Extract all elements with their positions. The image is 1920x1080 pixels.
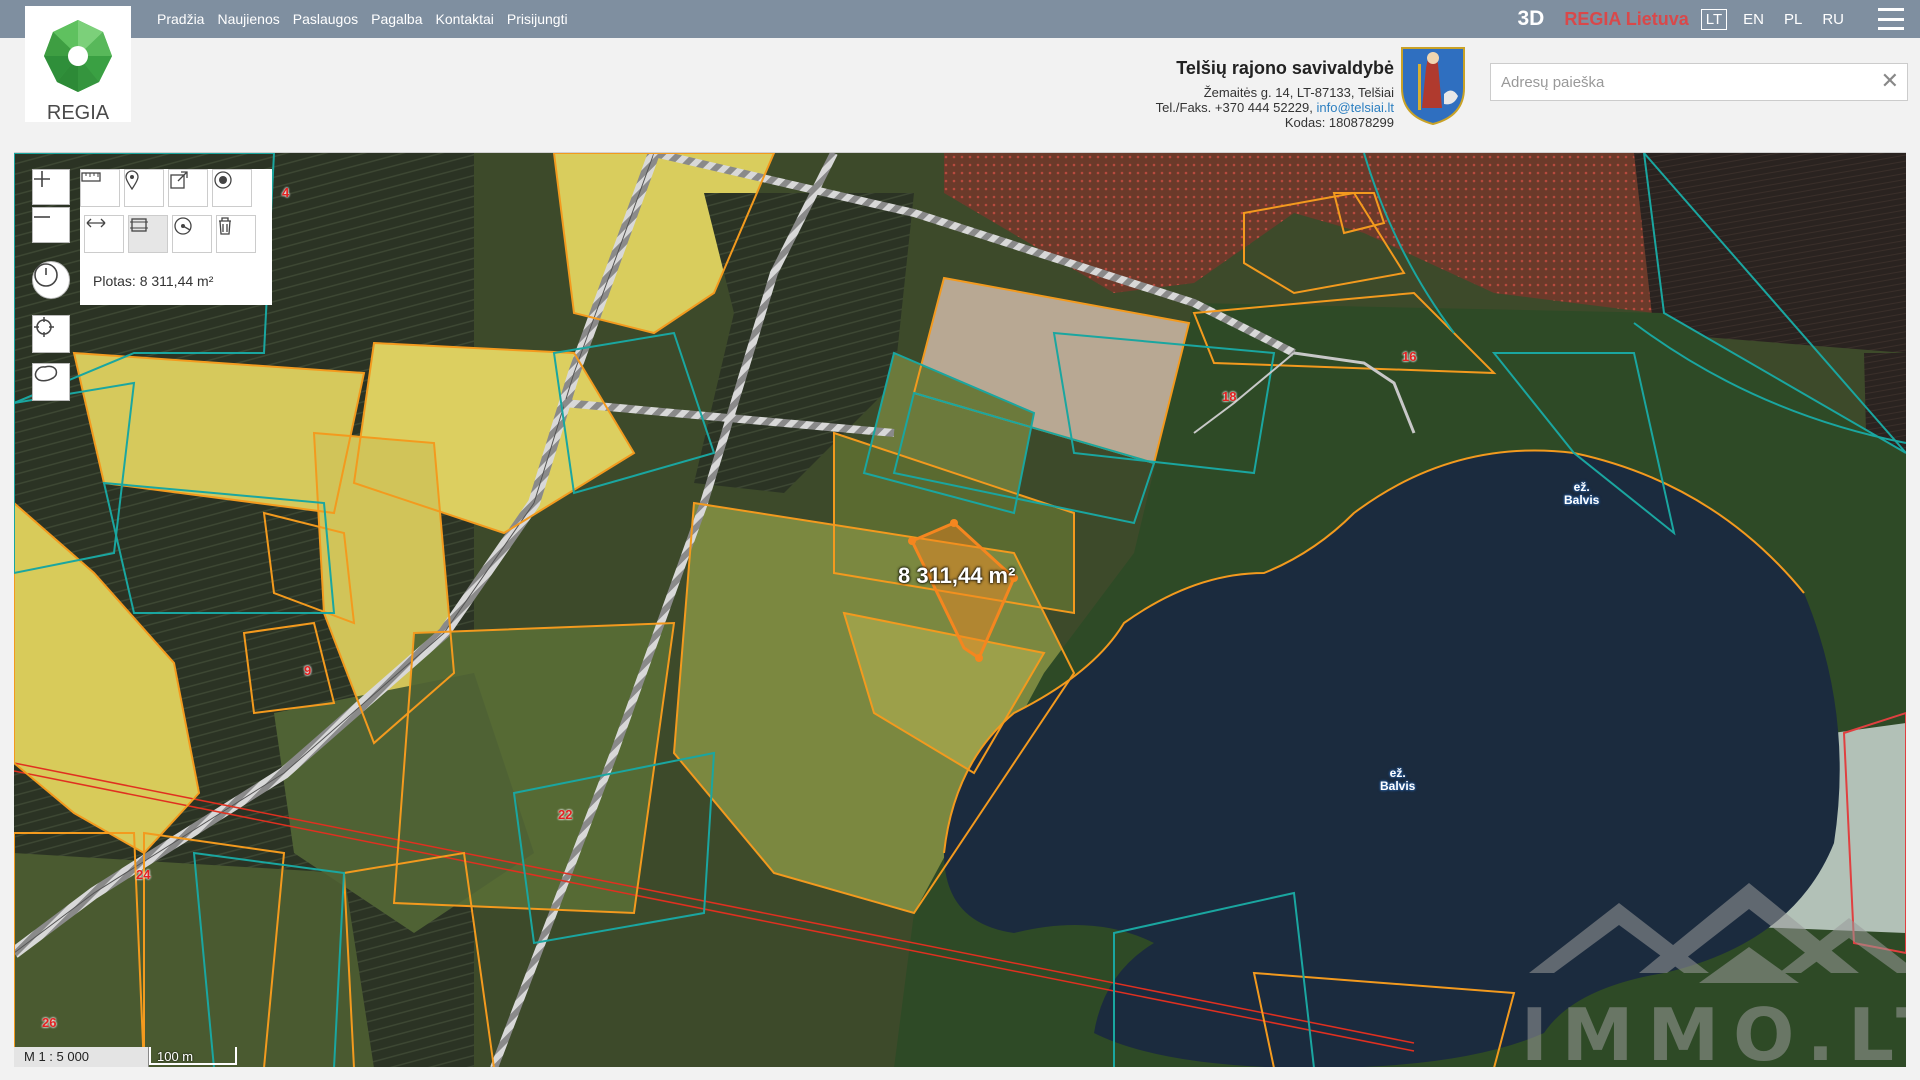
3d-button[interactable]: 3D [1518, 7, 1545, 31]
lake-label: ež. Balvis [1564, 480, 1600, 507]
regia-logo[interactable]: REGIA [25, 6, 131, 124]
zoom-in-button[interactable] [32, 169, 70, 205]
immo-watermark: IMMO.LT [1509, 863, 1906, 1067]
delete-trash-icon[interactable] [216, 215, 256, 253]
marker-pin-icon[interactable] [124, 169, 164, 207]
selected-area-label: 8 311,44 m² [898, 563, 1016, 588]
nav-paslaugos[interactable]: Paslaugos [293, 11, 358, 27]
nav-pradzia[interactable]: Pradžia [157, 11, 204, 27]
parcel-number: 24 [136, 867, 151, 882]
lang-en[interactable]: EN [1739, 10, 1768, 29]
share-export-icon[interactable] [168, 169, 208, 207]
measure-panel: Plotas: 8 311,44 m² [80, 169, 272, 305]
municipality-info: Telšių rajono savivaldybė Žemaitės g. 14… [1156, 58, 1394, 130]
hamburger-menu-icon[interactable] [1878, 8, 1904, 30]
nav-kontaktai[interactable]: Kontaktai [436, 11, 494, 27]
municipality-code: Kodas: 180878299 [1284, 115, 1394, 130]
parcel-number: 26 [42, 1015, 57, 1030]
municipality-email-link[interactable]: info@telsiai.lt [1316, 100, 1394, 115]
parcel-number: 16 [1402, 349, 1417, 364]
lang-lt[interactable]: LT [1700, 8, 1728, 30]
address-search: ✕ [1490, 63, 1908, 101]
scale-bar: 100 m [149, 1047, 237, 1065]
top-bar: Pradžia Naujienos Paslaugos Pagalba Kont… [0, 0, 1920, 38]
locate-target-icon[interactable] [32, 315, 70, 353]
municipality-name: Telšių rajono savivaldybė [1176, 58, 1394, 78]
map-scale: M 1 : 5 000 100 m [14, 1047, 237, 1067]
regia-logo-icon [44, 20, 112, 92]
measured-area-text: Plotas: 8 311,44 m² [93, 273, 214, 289]
logo-text: REGIA [46, 102, 110, 124]
zoom-out-button[interactable] [32, 207, 70, 243]
lang-pl[interactable]: PL [1780, 10, 1806, 29]
nav-naujienos[interactable]: Naujienos [217, 11, 279, 27]
nav-prisijungti[interactable]: Prisijungti [507, 11, 568, 27]
search-clear-icon[interactable]: ✕ [1881, 69, 1899, 93]
lake-label: ež. Balvis [1380, 766, 1416, 793]
history-clock-icon[interactable] [32, 261, 70, 299]
measure-ruler-icon[interactable] [80, 169, 120, 207]
main-nav: Pradžia Naujienos Paslaugos Pagalba Kont… [157, 0, 568, 38]
scale-ratio: M 1 : 5 000 [14, 1047, 149, 1067]
map-view[interactable]: Plotas: 8 311,44 m² 8 311,44 m² ež. Balv… [14, 152, 1906, 1067]
regia-lietuva-link[interactable]: REGIA Lietuva [1564, 9, 1688, 30]
nav-pagalba[interactable]: Pagalba [371, 11, 422, 27]
house-roofs-icon [1529, 883, 1906, 983]
measure-area-icon[interactable] [128, 215, 168, 253]
radio-target-icon[interactable] [212, 169, 252, 207]
municipality-address: Žemaitės g. 14, LT-87133, Telšiai [1203, 85, 1394, 100]
measure-distance-icon[interactable] [84, 215, 124, 253]
parcel-number: 4 [282, 185, 290, 200]
watermark-text: IMMO.LT [1521, 993, 1906, 1067]
parcel-number: 9 [304, 663, 312, 678]
country-outline-icon[interactable] [32, 363, 70, 401]
parcel-number: 22 [558, 807, 573, 822]
address-search-input[interactable] [1491, 64, 1871, 100]
top-right-group: 3D REGIA Lietuva LT EN PL RU [1518, 0, 1920, 38]
municipality-contacts: Tel./Faks. +370 444 52229, info@telsiai.… [1156, 100, 1394, 115]
measure-radius-icon[interactable] [172, 215, 212, 253]
municipality-phone: Tel./Faks. +370 444 52229, [1155, 100, 1317, 115]
parcel-number: 18 [1222, 389, 1237, 404]
coat-of-arms-icon [1401, 47, 1465, 126]
lang-ru[interactable]: RU [1818, 10, 1848, 29]
